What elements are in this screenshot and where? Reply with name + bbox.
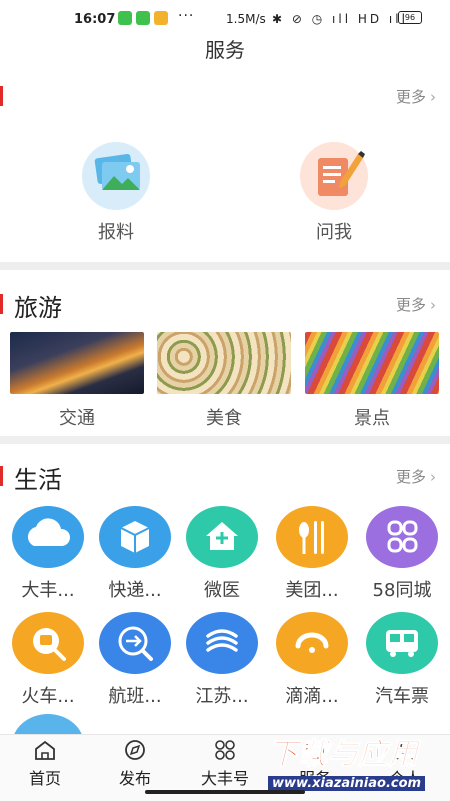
- files-icon: [154, 11, 168, 25]
- report-label: 报料: [98, 222, 134, 243]
- cloud-icon: [12, 506, 84, 568]
- app-58tongcheng[interactable]: 58同城: [362, 506, 442, 602]
- compass-icon: [100, 739, 170, 763]
- traffic-tile[interactable]: 交通: [10, 332, 144, 430]
- travel-more-link[interactable]: 更多 ›: [396, 294, 436, 315]
- top-more-link[interactable]: 更多 ›: [396, 86, 436, 107]
- app-didi[interactable]: 滴滴...: [272, 612, 352, 708]
- network-speed: 1.5M/s: [226, 12, 266, 26]
- app-jiangsu-mobile[interactable]: 江苏...: [182, 612, 262, 708]
- app-label: 快递...: [108, 580, 162, 601]
- train-search-icon: [12, 612, 84, 674]
- top-section-header: 更多 ›: [0, 76, 450, 116]
- report-tile[interactable]: 报料: [56, 142, 176, 244]
- ask-me-label: 问我: [316, 222, 352, 243]
- food-tile[interactable]: 美食: [157, 332, 291, 430]
- nav-dafenghao[interactable]: 大丰号: [190, 739, 260, 789]
- app-weiyi[interactable]: 微医: [182, 506, 262, 602]
- system-icons: ✱ ⊘ ◷ ıll HD ıll: [272, 12, 408, 26]
- app-dafeng-weather[interactable]: 大丰...: [8, 506, 88, 602]
- section-accent-bar: [0, 294, 3, 314]
- home-icon: [10, 739, 80, 763]
- app-bus-ticket[interactable]: 汽车票: [362, 612, 442, 708]
- watermark-url: www.xiazainiao.com: [268, 776, 426, 791]
- edit-note-icon: [300, 142, 368, 210]
- nav-home[interactable]: 首页: [10, 739, 80, 789]
- traffic-label: 交通: [59, 408, 95, 429]
- package-icon: [99, 506, 171, 568]
- scenery-tile[interactable]: 景点: [305, 332, 439, 430]
- app-label: 滴滴...: [285, 686, 339, 707]
- photo-icon: [82, 142, 150, 210]
- city-traffic-photo: [10, 332, 144, 394]
- app-meituan[interactable]: 美团...: [272, 506, 352, 602]
- more-notifications-icon: ···: [178, 8, 195, 24]
- travel-section-header: 旅游 更多 ›: [0, 284, 450, 324]
- travel-title: 旅游: [14, 294, 62, 322]
- chevron-right-icon: ›: [430, 296, 436, 314]
- app-label: 火车...: [21, 686, 75, 707]
- section-divider: [0, 262, 450, 270]
- china-mobile-icon: [186, 612, 258, 674]
- life-section-header: 生活 更多 ›: [0, 456, 450, 496]
- nav-label: 首页: [28, 769, 61, 788]
- life-more-link[interactable]: 更多 ›: [396, 466, 436, 487]
- chevron-right-icon: ›: [430, 88, 436, 106]
- app-label: 美团...: [285, 580, 339, 601]
- app-label: 微医: [204, 580, 240, 601]
- nav-label: 发布: [118, 769, 151, 788]
- ask-me-tile[interactable]: 问我: [274, 142, 394, 244]
- life-title: 生活: [14, 466, 62, 494]
- battery-icon: 96: [398, 11, 422, 24]
- notification-icons: [118, 11, 168, 25]
- app-label: 大丰...: [21, 580, 75, 601]
- chevron-right-icon: ›: [430, 468, 436, 486]
- scenery-photo: [305, 332, 439, 394]
- watermark-main: 下载与应用: [268, 737, 419, 772]
- app-label: 58同城: [372, 580, 432, 601]
- section-accent-bar: [0, 466, 3, 486]
- watermark: 下载与应用 www.xiazainiao.com: [268, 737, 446, 794]
- four-circles-icon: [190, 739, 260, 763]
- section-divider: [0, 436, 450, 444]
- medical-house-icon: [186, 506, 258, 568]
- app-flight[interactable]: 航班...: [95, 612, 175, 708]
- food-photo: [157, 332, 291, 394]
- page-title: 服务: [205, 38, 245, 62]
- section-accent-bar: [0, 86, 3, 106]
- scenery-label: 景点: [354, 408, 390, 429]
- grid-circles-icon: [366, 506, 438, 568]
- status-bar: 16:07 ··· 1.5M/s ✱ ⊘ ◷ ıll HD ıll 96: [0, 0, 450, 38]
- food-label: 美食: [206, 408, 242, 429]
- home-indicator: [145, 790, 305, 794]
- app-label: 航班...: [108, 686, 162, 707]
- nav-label: 大丰号: [200, 769, 249, 788]
- status-time: 16:07: [74, 12, 116, 27]
- app-label: 汽车票: [375, 686, 429, 707]
- app-express[interactable]: 快递...: [95, 506, 175, 602]
- didi-icon: [276, 612, 348, 674]
- app-label: 江苏...: [195, 686, 249, 707]
- wechat-icon: [118, 11, 132, 25]
- app-train[interactable]: 火车...: [8, 612, 88, 708]
- nav-publish[interactable]: 发布: [100, 739, 170, 789]
- plane-search-icon: [99, 612, 171, 674]
- utensils-icon: [276, 506, 348, 568]
- wechat-icon: [136, 11, 150, 25]
- bus-icon: [366, 612, 438, 674]
